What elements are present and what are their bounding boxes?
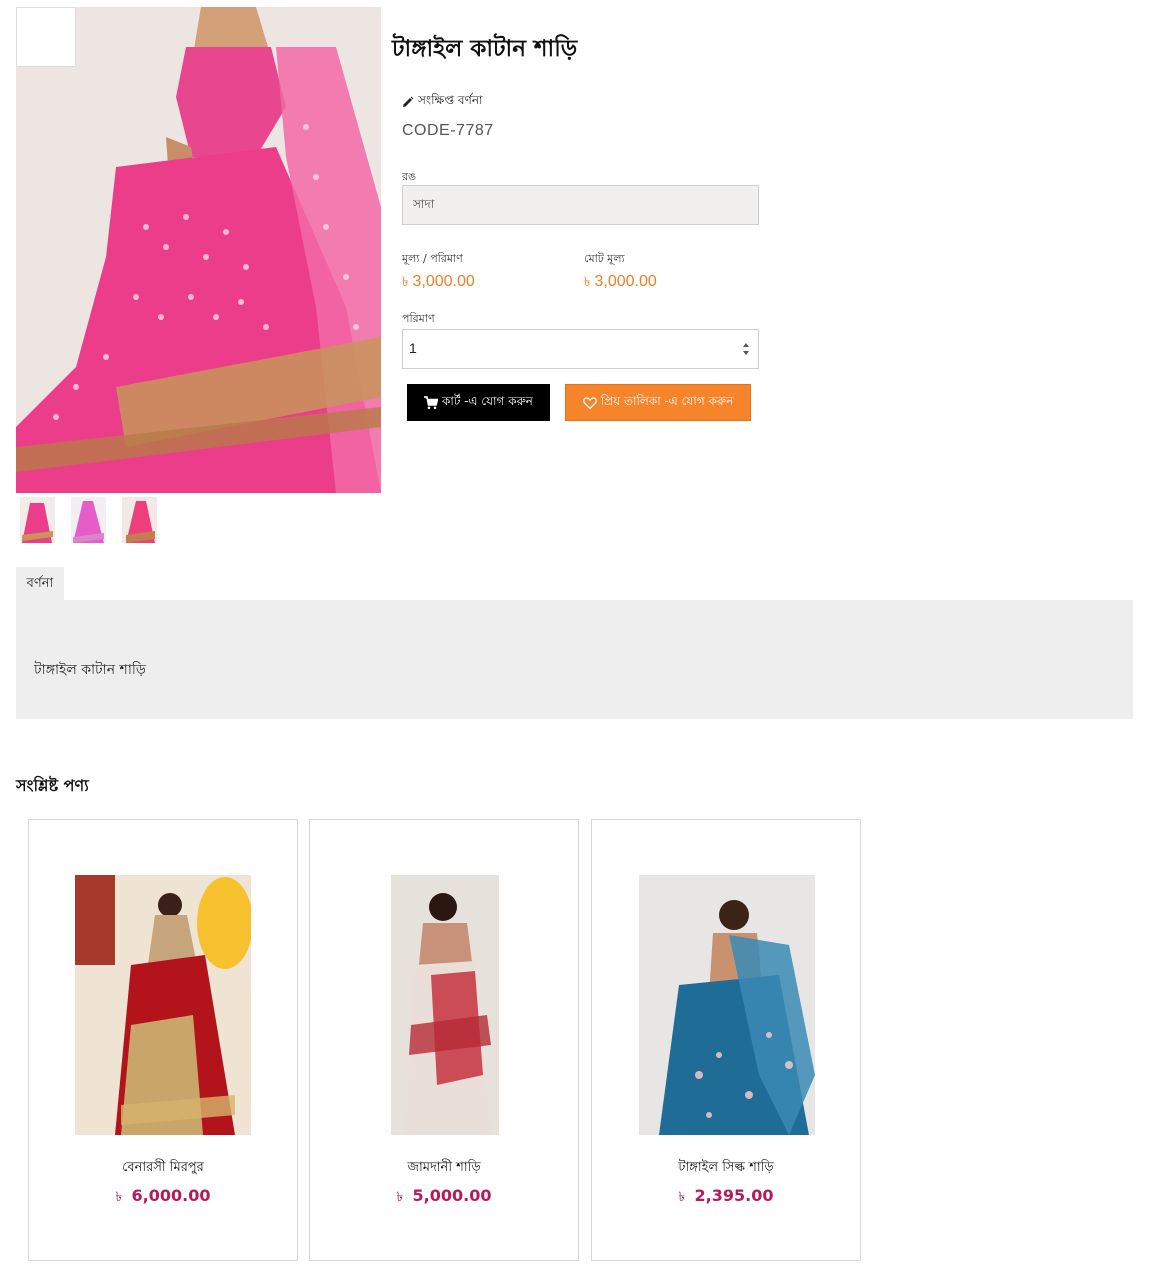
related-product-price: ৳ 6,000.00: [29, 1186, 297, 1209]
color-select[interactable]: সাদা: [402, 185, 759, 225]
thumbnail-1[interactable]: [20, 497, 55, 543]
currency-symbol: ৳: [396, 1190, 403, 1205]
product-info: টাঙ্গাইল কাটান শাড়ি সংক্ষিপ্ত বর্ণনা CO…: [392, 30, 772, 421]
related-product-name[interactable]: জামদানী শাড়ি: [310, 1158, 578, 1179]
product-title: টাঙ্গাইল কাটান শাড়ি: [392, 35, 578, 62]
add-to-wishlist-button[interactable]: প্রিয় তালিকা -এ যোগ করুন: [565, 384, 751, 421]
pencil-icon: [403, 96, 414, 107]
short-description[interactable]: সংক্ষিপ্ত বর্ণনা: [402, 92, 483, 112]
quantity-label: পরিমাণ: [402, 312, 435, 325]
tab-description[interactable]: বর্ণনা: [16, 567, 64, 601]
related-product-card[interactable]: বেনারসী মিরপুর ৳ 6,000.00: [28, 819, 298, 1261]
related-product-price: ৳ 2,395.00: [592, 1186, 860, 1209]
thumbnail-2[interactable]: [71, 497, 106, 543]
thumbnail-3[interactable]: [122, 497, 157, 543]
total-price: ৳ 3,000.00: [584, 273, 657, 294]
add-to-cart-label: কার্ট -এ যোগ করুন: [442, 393, 533, 408]
thumbnail-strip: [20, 497, 157, 543]
saree-illustration: [16, 7, 381, 493]
related-product-name[interactable]: টাঙ্গাইল সিল্ক শাড়ি: [592, 1158, 860, 1179]
currency-symbol: ৳: [584, 274, 591, 289]
price-value: 6,000.00: [131, 1186, 211, 1205]
related-product-price: ৳ 5,000.00: [310, 1186, 578, 1209]
spinner-arrows-icon[interactable]: [742, 342, 750, 356]
unit-price-value: 3,000.00: [412, 273, 475, 290]
currency-symbol: ৳: [402, 274, 409, 289]
total-price-value: 3,000.00: [594, 273, 657, 290]
product-code: CODE-7787: [402, 122, 494, 139]
product-main-image[interactable]: [16, 7, 381, 493]
unit-price: ৳ 3,000.00: [402, 273, 475, 294]
quantity-value: 1: [409, 340, 417, 356]
image-placeholder: [16, 7, 76, 67]
related-products-title: সংশ্লিষ্ট পণ্য: [16, 776, 89, 795]
heart-icon: [582, 396, 597, 409]
related-product-card[interactable]: টাঙ্গাইল সিল্ক শাড়ি ৳ 2,395.00: [591, 819, 861, 1261]
short-description-label: সংক্ষিপ্ত বর্ণনা: [418, 93, 483, 107]
quantity-input[interactable]: 1: [402, 329, 759, 369]
total-price-label: মোট মূল্য: [584, 252, 625, 265]
description-text: টাঙ্গাইল কাটান শাড়ি: [34, 662, 146, 678]
currency-symbol: ৳: [115, 1190, 122, 1205]
unit-price-label: মূল্য / পরিমাণ: [402, 252, 463, 265]
product-image[interactable]: [639, 875, 815, 1135]
price-value: 2,395.00: [694, 1186, 774, 1205]
add-to-cart-button[interactable]: কার্ট -এ যোগ করুন: [407, 384, 550, 421]
shopping-cart-icon: [424, 395, 439, 409]
product-image[interactable]: [391, 875, 499, 1135]
product-image[interactable]: [75, 875, 251, 1135]
currency-symbol: ৳: [678, 1190, 685, 1205]
related-product-card[interactable]: জামদানী শাড়ি ৳ 5,000.00: [309, 819, 579, 1261]
add-to-wishlist-label: প্রিয় তালিকা -এ যোগ করুন: [600, 393, 734, 408]
description-panel: টাঙ্গাইল কাটান শাড়ি: [16, 600, 1133, 719]
price-value: 5,000.00: [412, 1186, 492, 1205]
related-product-name[interactable]: বেনারসী মিরপুর: [29, 1158, 297, 1179]
